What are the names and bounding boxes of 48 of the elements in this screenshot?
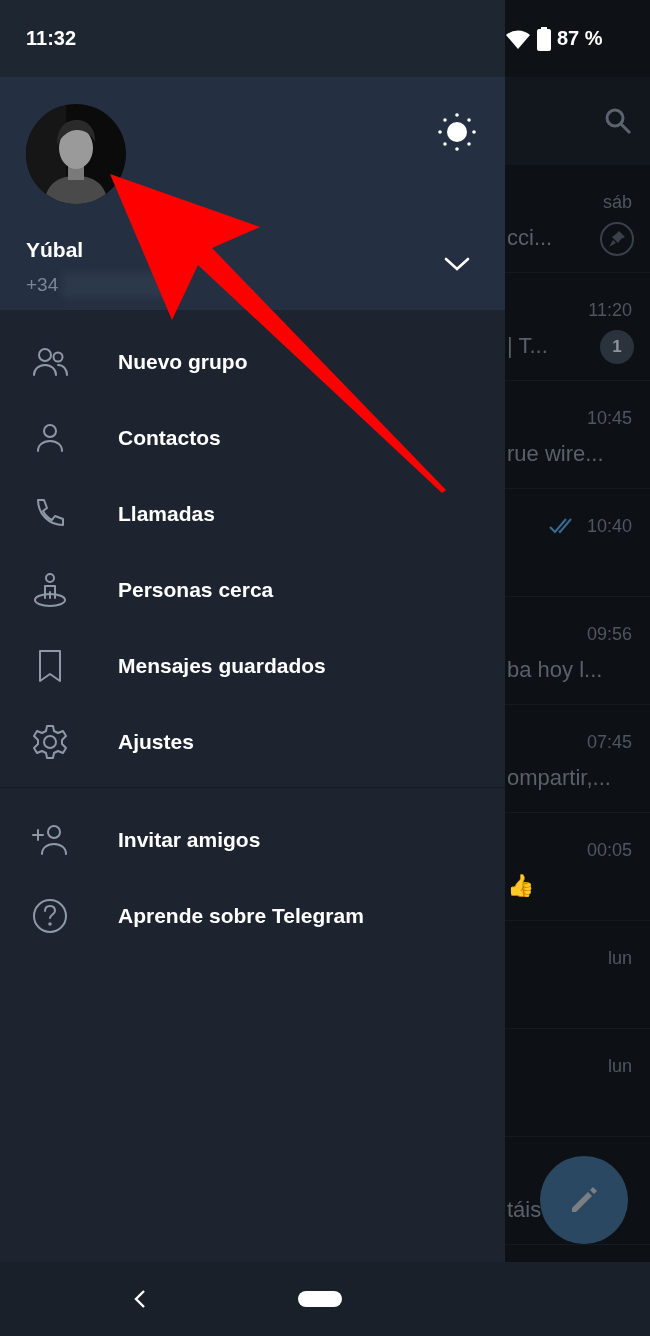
account-phone: +34 xyxy=(26,274,59,296)
chat-time: 10:45 xyxy=(586,407,632,429)
help-icon xyxy=(30,896,70,936)
chat-preview: ompartir,... xyxy=(507,765,611,791)
unread-badge: 1 xyxy=(600,330,634,364)
chat-preview: 👍 xyxy=(507,873,534,899)
chat-row[interactable]: 11:20 | T... 1 xyxy=(505,273,650,381)
menu-item[interactable]: Nuevo grupo xyxy=(0,324,505,400)
home-button[interactable] xyxy=(298,1291,342,1307)
menu-item[interactable]: Aprende sobre Telegram xyxy=(0,878,505,954)
chat-time: 11:20 xyxy=(588,299,632,321)
battery-percent: 87 % xyxy=(557,27,603,50)
menu-item[interactable]: Mensajes guardados xyxy=(0,628,505,704)
search-icon[interactable] xyxy=(604,107,632,135)
chat-time: 00:05 xyxy=(586,839,632,861)
menu-item-label: Mensajes guardados xyxy=(118,654,326,678)
chat-preview: ba hoy l... xyxy=(507,657,603,683)
chat-preview: | T... xyxy=(507,333,548,359)
menu-item[interactable]: Llamadas xyxy=(0,476,505,552)
menu-item[interactable]: Contactos xyxy=(0,400,505,476)
menu-item[interactable]: Ajustes xyxy=(0,704,505,780)
chat-time: sáb xyxy=(602,191,632,213)
menu-item-label: Personas cerca xyxy=(118,578,274,602)
wifi-icon xyxy=(505,27,531,50)
chat-time: 07:45 xyxy=(586,731,632,753)
chat-time: 10:40 xyxy=(586,515,632,537)
theme-sun-icon[interactable] xyxy=(437,112,477,152)
chevron-icon[interactable] xyxy=(443,255,471,273)
chat-time: lun xyxy=(607,947,632,969)
chat-preview: cci... xyxy=(507,225,553,251)
account-name: Yúbal xyxy=(26,238,85,262)
chat-time: 09:56 xyxy=(586,623,632,645)
status-time: 11:32 xyxy=(26,27,77,50)
settings-icon xyxy=(30,722,70,762)
menu-item[interactable]: Personas cerca xyxy=(0,552,505,628)
menu-item-label: Ajustes xyxy=(118,730,194,754)
chat-preview: táis xyxy=(507,1197,542,1223)
menu-item-label: Nuevo grupo xyxy=(118,350,248,374)
chat-time: lun xyxy=(607,1055,632,1077)
menu-item-label: Llamadas xyxy=(118,502,215,526)
menu-item-label: Invitar amigos xyxy=(118,828,261,852)
menu-item[interactable]: Invitar amigos xyxy=(0,802,505,878)
menu-item-label: Aprende sobre Telegram xyxy=(118,904,364,928)
menu-item-label: Contactos xyxy=(118,426,221,450)
battery-icon xyxy=(537,26,551,51)
back-icon[interactable] xyxy=(132,1289,148,1309)
chat-preview: rue wire... xyxy=(507,441,604,467)
chat-row[interactable]: 00:05 👍 xyxy=(505,813,650,921)
